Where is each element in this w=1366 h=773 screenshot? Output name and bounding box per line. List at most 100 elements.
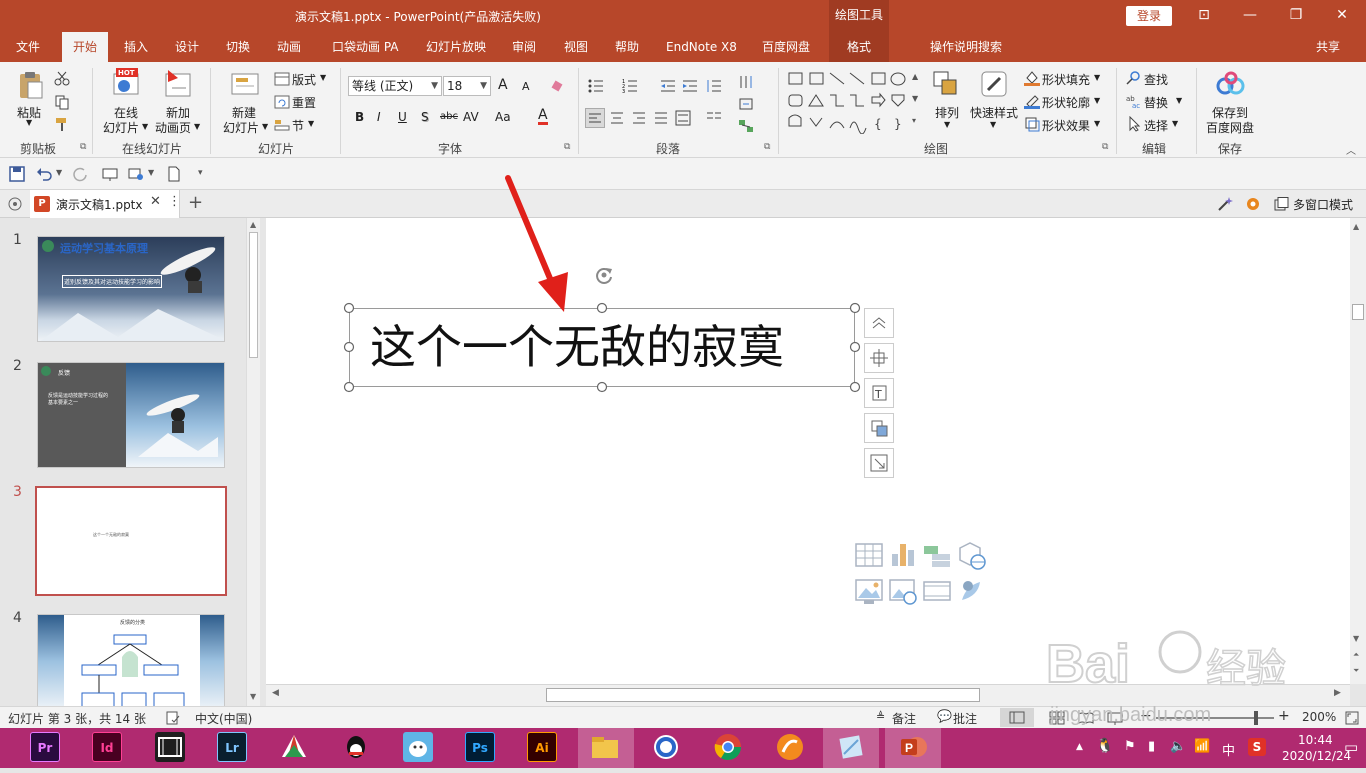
grow-font-button[interactable]: A (498, 77, 508, 93)
new-slide-icon[interactable] (230, 70, 260, 100)
bullets-icon[interactable] (588, 78, 604, 94)
layout-icon[interactable] (274, 71, 290, 87)
save-icon[interactable] (9, 166, 25, 182)
insert-smartart-icon[interactable] (922, 540, 952, 570)
shape-effects-button[interactable]: 形状效果 (1042, 117, 1090, 134)
zoom-in-button[interactable]: + (1278, 708, 1290, 724)
find-icon[interactable] (1126, 70, 1142, 86)
paste-dropdown-icon[interactable]: ▼ (26, 118, 32, 127)
volume-icon[interactable]: 🔈 (1170, 739, 1186, 754)
shape-outline-button[interactable]: 形状轮廓 (1042, 94, 1090, 111)
tab-format[interactable]: 格式 (829, 32, 889, 62)
increase-indent-icon[interactable] (682, 78, 698, 94)
battery-icon[interactable]: ▮ (1148, 739, 1155, 754)
tab-pocket-animation[interactable]: 口袋动画 PA (328, 32, 403, 62)
illustrator-icon[interactable]: Ai (527, 732, 557, 762)
tab-slideshow[interactable]: 幻灯片放映 (422, 32, 490, 62)
cloud-app-icon[interactable] (279, 732, 309, 762)
line-spacing-icon[interactable] (706, 78, 722, 94)
drawing-dialog-launcher-icon[interactable]: ⧉ (1102, 142, 1108, 152)
slideshow-view-icon[interactable] (1107, 710, 1123, 726)
scroll-down-arrow-icon[interactable]: ▼ (250, 692, 256, 701)
smartart-icon[interactable] (738, 118, 754, 134)
lightroom-icon[interactable]: Lr (217, 732, 247, 762)
quick-styles-label[interactable]: 快速样式 (970, 104, 1018, 121)
slide-thumbnail-1[interactable]: 运动学习基本原理 道别反馈及其对运动技能学习的影响 (37, 236, 225, 342)
orange-app-icon[interactable] (775, 732, 805, 762)
magic-wand-icon[interactable] (1217, 196, 1233, 212)
powerpoint-taskbar-icon[interactable]: P (898, 732, 928, 762)
online-slides-dropdown-icon[interactable]: ▼ (142, 122, 148, 131)
char-spacing-button[interactable]: AV (463, 110, 479, 124)
insert-video-icon[interactable] (922, 576, 952, 606)
previous-slide-icon[interactable]: ⏶ (1353, 650, 1359, 660)
clock-time[interactable]: 10:44 (1298, 733, 1333, 747)
new-animation-page-icon[interactable] (164, 68, 194, 98)
premiere-icon[interactable]: Pr (30, 732, 60, 762)
clear-format-icon[interactable] (550, 78, 566, 94)
customize-qat-icon[interactable]: ▾ (198, 168, 203, 178)
file-explorer-icon[interactable] (590, 732, 620, 762)
ribbon-display-options-icon[interactable]: ⊡ (1181, 0, 1227, 32)
collapse-up-button[interactable] (864, 308, 894, 338)
notes-icon[interactable]: ≜ (876, 710, 885, 723)
undo-dropdown-icon[interactable]: ▼ (56, 168, 62, 177)
new-animation-label-2[interactable]: 动画页 (155, 119, 191, 136)
align-center-icon[interactable] (609, 110, 625, 126)
select-icon[interactable] (1126, 115, 1142, 132)
font-color-button[interactable]: A (538, 108, 548, 125)
replace-icon[interactable]: ab ac (1126, 93, 1142, 110)
normal-view-button[interactable] (1000, 708, 1034, 727)
touch-mode-dropdown-icon[interactable]: ▼ (148, 168, 154, 177)
tab-transitions[interactable]: 切换 (222, 32, 254, 62)
insert-3d-model-icon[interactable] (956, 540, 988, 572)
vertical-scroll-thumb[interactable] (1352, 304, 1364, 320)
text-format-icon[interactable]: T (864, 378, 894, 408)
scroll-down-arrow-icon[interactable]: ▼ (1353, 634, 1359, 643)
section-icon[interactable] (274, 117, 290, 133)
thumbnail-scrollbar[interactable]: ▲ ▼ (246, 218, 260, 706)
scroll-left-arrow-icon[interactable]: ◀ (272, 688, 279, 698)
selection-handles[interactable] (343, 302, 861, 394)
insert-online-picture-icon[interactable] (888, 576, 918, 606)
shape-outline-icon[interactable] (1024, 93, 1040, 109)
zoom-out-button[interactable]: − (1140, 708, 1152, 724)
align-left-button[interactable] (585, 108, 605, 128)
close-tab-icon[interactable]: ✕ (150, 194, 161, 209)
present-from-start-icon[interactable] (102, 166, 118, 182)
shrink-font-button[interactable]: A (522, 80, 530, 93)
insert-icons-icon[interactable] (956, 576, 986, 606)
chrome-icon[interactable] (713, 732, 743, 762)
shapes-gallery[interactable]: {} (786, 70, 910, 135)
new-animation-dropdown-icon[interactable]: ▼ (194, 122, 200, 131)
tab-review[interactable]: 审阅 (508, 32, 540, 62)
close-button[interactable]: ✕ (1319, 0, 1365, 32)
login-button[interactable]: 登录 (1126, 6, 1172, 26)
indesign-icon[interactable]: Id (92, 732, 122, 762)
format-painter-icon[interactable] (54, 116, 70, 132)
zoom-slider-thumb[interactable] (1254, 711, 1258, 725)
scroll-up-arrow-icon[interactable]: ▲ (1353, 222, 1359, 231)
columns-icon[interactable] (706, 110, 722, 126)
new-file-icon[interactable] (166, 166, 182, 182)
new-slide-dropdown-icon[interactable]: ▼ (262, 122, 268, 131)
comments-button[interactable]: 批注 (953, 710, 977, 727)
quick-styles-icon[interactable] (980, 70, 1010, 100)
scroll-up-arrow-icon[interactable]: ▲ (250, 220, 256, 229)
notification-center-icon[interactable]: ▭ (1344, 738, 1358, 756)
thumbnail-scroll-thumb[interactable] (249, 232, 258, 358)
slide-canvas[interactable]: 这个一个无敌的寂寞 T (266, 175, 1350, 684)
tab-insert[interactable]: 插入 (120, 32, 152, 62)
zoom-level[interactable]: 200% (1302, 710, 1336, 724)
video-editor-icon[interactable] (155, 732, 185, 762)
baidu-cloud-icon[interactable] (1216, 70, 1246, 100)
new-slide-label-2[interactable]: 幻灯片 (223, 119, 259, 136)
new-tab-button[interactable]: + (188, 192, 203, 213)
network-icon[interactable]: 📶 (1194, 739, 1210, 754)
canvas-horizontal-scrollbar[interactable]: ◀ ▶ (266, 684, 1350, 706)
slide-thumbnail-3[interactable]: 这个一个无敌的寂寞 (35, 486, 227, 596)
resize-icon[interactable] (864, 448, 894, 478)
tell-me-search[interactable]: 操作说明搜索 (926, 32, 1006, 62)
shape-fill-button[interactable]: 形状填充 (1042, 71, 1090, 88)
collapse-ribbon-icon[interactable]: ︿ (1346, 142, 1356, 157)
